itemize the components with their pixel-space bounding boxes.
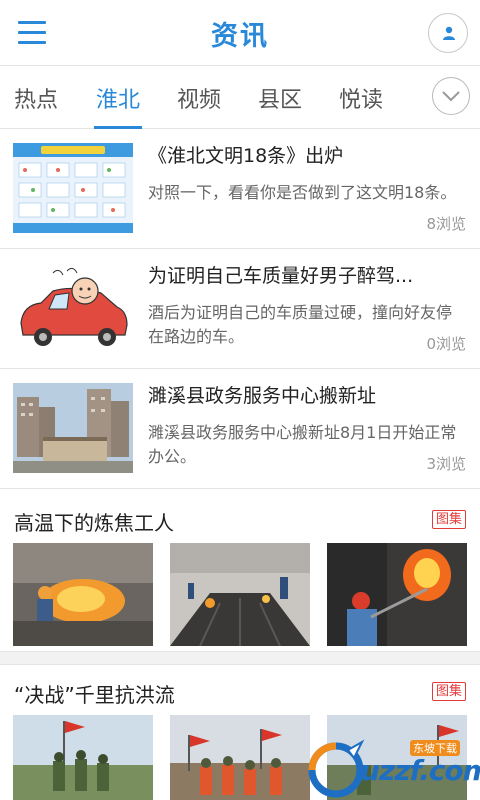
news-title: 《淮北文明18条》出炉 xyxy=(148,145,344,167)
gallery-header[interactable]: 高温下的炼焦工人 图集 xyxy=(0,493,480,543)
watermark-logo: 东坡下载 uzzf.com xyxy=(298,736,480,800)
section-divider xyxy=(0,651,480,665)
gallery-header[interactable]: “决战”千里抗洪流 图集 xyxy=(0,665,480,715)
gallery-title: 高温下的炼焦工人 xyxy=(14,511,174,535)
news-item[interactable]: 《淮北文明18条》出炉 对照一下，看看你是否做到了这文明18条。 8浏览 xyxy=(0,129,480,249)
category-tabs: 热点 淮北 视频 县区 悦读 xyxy=(0,66,480,129)
tab-video[interactable]: 视频 xyxy=(177,82,221,114)
page-title: 资讯 xyxy=(211,21,269,52)
tab-hot[interactable]: 热点 xyxy=(14,82,58,114)
gallery-badge: 图集 xyxy=(431,682,466,701)
gallery-image[interactable] xyxy=(13,543,153,646)
news-description: 对照一下，看看你是否做到了这文明18条。 xyxy=(148,183,457,202)
news-description: 濉溪县政务服务中心搬新址8月1日开始正常办公。 xyxy=(148,423,457,466)
view-count: 0浏览 xyxy=(426,335,466,353)
watermark-text: uzzf.com xyxy=(360,754,480,787)
view-count: 3浏览 xyxy=(426,455,466,473)
chevron-down-icon[interactable] xyxy=(432,77,470,115)
news-item[interactable]: 濉溪县政务服务中心搬新址 濉溪县政务服务中心搬新址8月1日开始正常办公。 3浏览 xyxy=(0,369,480,489)
tab-huaibei[interactable]: 淮北 xyxy=(96,82,140,114)
gallery-image[interactable] xyxy=(170,543,310,646)
news-thumbnail xyxy=(13,263,133,353)
news-title: 为证明自己车质量好男子醉驾... xyxy=(148,265,414,287)
news-title: 濉溪县政务服务中心搬新址 xyxy=(148,385,377,407)
gallery-image[interactable] xyxy=(13,715,153,800)
user-icon[interactable] xyxy=(428,13,468,53)
news-item[interactable]: 为证明自己车质量好男子醉驾... 酒后为证明自己的车质量过硬，撞向好友停在路边的… xyxy=(0,249,480,369)
news-description: 酒后为证明自己的车质量过硬，撞向好友停在路边的车。 xyxy=(148,303,453,346)
tab-county[interactable]: 县区 xyxy=(258,82,302,114)
tab-reading[interactable]: 悦读 xyxy=(339,82,383,114)
news-thumbnail xyxy=(13,383,133,473)
gallery-badge: 图集 xyxy=(431,510,466,529)
gallery-image[interactable] xyxy=(170,715,310,800)
app-header: 资讯 xyxy=(0,0,480,66)
gallery-image[interactable] xyxy=(327,543,467,646)
news-thumbnail xyxy=(13,143,133,233)
gallery-title: “决战”千里抗洪流 xyxy=(14,683,175,707)
view-count: 8浏览 xyxy=(426,215,466,233)
